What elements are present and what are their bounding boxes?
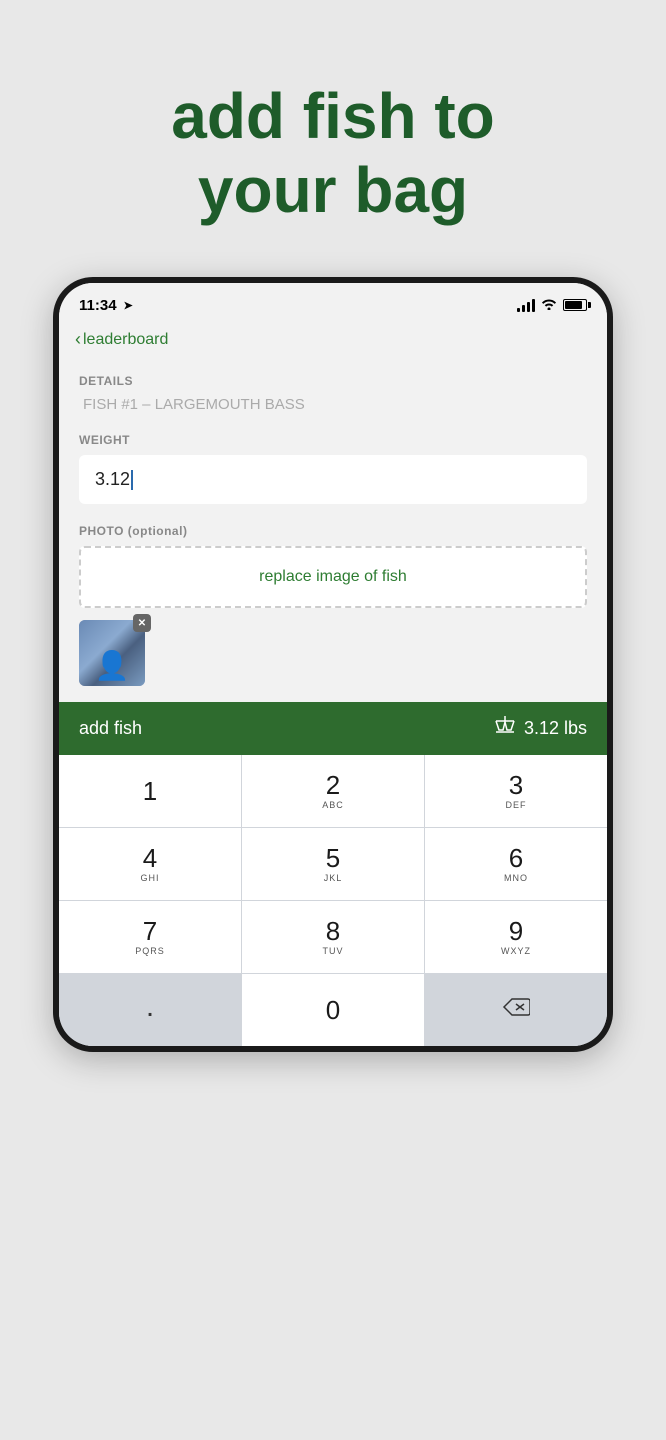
key-7[interactable]: 7 PQRS [59,901,241,973]
key-2[interactable]: 2 ABC [242,755,424,827]
status-icons [517,297,587,313]
photo-label: PHOTO (optional) [79,524,587,538]
weight-label: WEIGHT [79,433,587,447]
wifi-icon [541,297,557,313]
status-bar: 11:34 ➤ [59,283,607,323]
key-dot[interactable]: . [59,974,241,1046]
add-fish-label: add fish [79,718,142,739]
key-backspace[interactable] [425,974,607,1046]
phone-frame: 11:34 ➤ [53,277,613,1052]
chevron-left-icon: ‹ [75,329,81,350]
key-8[interactable]: 8 TUV [242,901,424,973]
location-icon: ➤ [124,299,133,312]
status-time: 11:34 ➤ [79,297,133,314]
key-1[interactable]: 1 [59,755,241,827]
nav-bar: ‹ leaderboard [59,323,607,358]
hero-title-line2: your bag [198,154,468,226]
text-cursor [131,470,133,490]
key-0[interactable]: 0 [242,974,424,1046]
key-3[interactable]: 3 DEF [425,755,607,827]
thumbnail-row: ✕ [79,620,587,686]
details-label: DETAILS [79,374,587,388]
signal-bars-icon [517,298,535,312]
key-4[interactable]: 4 GHI [59,828,241,900]
key-6[interactable]: 6 MNO [425,828,607,900]
back-button[interactable]: ‹ leaderboard [75,329,168,350]
replace-image-button[interactable]: replace image of fish [79,546,587,608]
hero-title-line1: add fish to [171,80,495,152]
weight-input[interactable]: 3.12 [79,455,587,504]
add-fish-bar[interactable]: add fish 3.12 lbs [59,702,607,755]
back-label: leaderboard [83,331,168,349]
backspace-icon [502,997,530,1023]
numeric-keyboard: 1 2 ABC 3 DEF 4 GHI 5 JKL 6 MNO [59,755,607,1046]
remove-thumbnail-button[interactable]: ✕ [133,614,151,632]
phone-screen: 11:34 ➤ [59,283,607,1046]
key-9[interactable]: 9 WXYZ [425,901,607,973]
thumbnail-container: ✕ [79,620,145,686]
weight-value: 3.12 [95,469,133,490]
weight-display: 3.12 lbs [494,716,587,741]
key-5[interactable]: 5 JKL [242,828,424,900]
battery-icon [563,299,587,311]
fish-description: FISH #1 – LARGEMOUTH BASS [79,396,587,413]
content-area: DETAILS FISH #1 – LARGEMOUTH BASS WEIGHT… [59,358,607,702]
hero-title: add fish to your bag [131,80,535,227]
scale-icon [494,716,516,741]
